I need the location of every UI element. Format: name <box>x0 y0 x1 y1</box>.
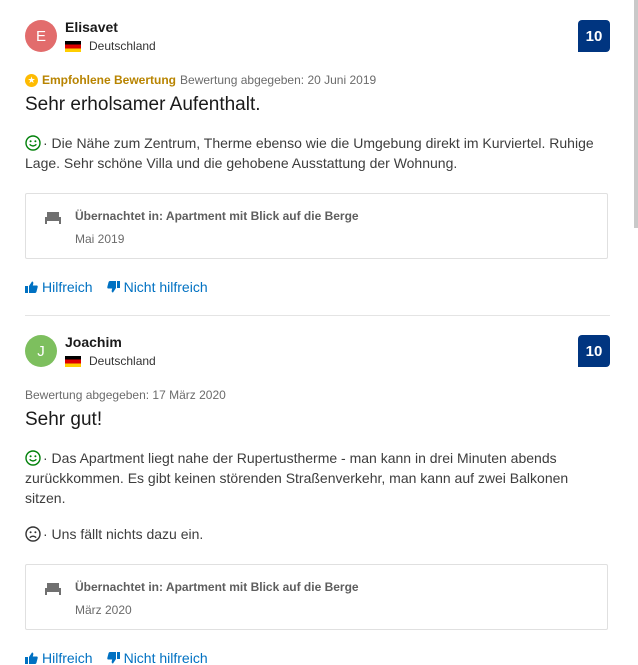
negative-comment: · Uns fällt nichts dazu ein. <box>25 524 610 544</box>
scrollbar-thumb[interactable] <box>634 0 638 228</box>
helpful-controls: Hilfreich Nicht hilfreich <box>25 277 610 297</box>
review-header: E Elisavet Deutschland 10 <box>25 17 610 57</box>
reviewer-country: Deutschland <box>65 39 156 53</box>
thumbs-up-icon <box>25 652 38 664</box>
review-date: Bewertung abgegeben: 17 März 2020 <box>25 388 226 402</box>
sad-face-icon <box>25 526 41 542</box>
reviewer-country: Deutschland <box>65 354 156 368</box>
bed-icon <box>45 212 61 224</box>
review-card: E Elisavet Deutschland 10 ★ Empfohlene B… <box>25 17 610 297</box>
review-card: J Joachim Deutschland 10 Bewertung abgeg… <box>25 332 610 665</box>
not-helpful-label: Nicht hilfreich <box>123 279 208 295</box>
smiling-face-icon <box>25 135 41 151</box>
stay-info-box: Übernachtet in: Apartment mit Blick auf … <box>25 564 608 630</box>
positive-comment-text: · Das Apartment liegt nahe der Rupertust… <box>25 450 569 506</box>
review-date: Bewertung abgegeben: 20 Juni 2019 <box>180 73 377 87</box>
avatar: J <box>25 335 57 367</box>
country-label: Deutschland <box>89 354 156 368</box>
review-header: J Joachim Deutschland 10 <box>25 332 610 372</box>
helpful-button[interactable]: Hilfreich <box>25 650 93 665</box>
helpful-button[interactable]: Hilfreich <box>25 279 93 295</box>
review-title: Sehr erholsamer Aufenthalt. <box>25 94 261 115</box>
review-score-badge: 10 <box>578 20 610 52</box>
bed-icon <box>45 583 61 595</box>
stay-room: Übernachtet in: Apartment mit Blick auf … <box>75 209 359 223</box>
thumbs-up-icon <box>25 281 38 293</box>
positive-comment: · Die Nähe zum Zentrum, Therme ebenso wi… <box>25 133 610 173</box>
helpful-label: Hilfreich <box>42 279 93 295</box>
helpful-label: Hilfreich <box>42 650 93 665</box>
positive-comment-text: · Die Nähe zum Zentrum, Therme ebenso wi… <box>25 135 594 171</box>
smiling-face-icon <box>25 450 41 466</box>
reviewer-name: Joachim <box>65 334 122 350</box>
review-score-badge: 10 <box>578 335 610 367</box>
helpful-controls: Hilfreich Nicht hilfreich <box>25 648 610 665</box>
stay-room: Übernachtet in: Apartment mit Blick auf … <box>75 580 359 594</box>
thumbs-down-icon <box>106 281 120 293</box>
review-title: Sehr gut! <box>25 409 103 430</box>
stay-date: Mai 2019 <box>75 232 125 246</box>
positive-comment: · Das Apartment liegt nahe der Rupertust… <box>25 448 610 508</box>
review-meta: Bewertung abgegeben: 17 März 2020 <box>25 387 610 403</box>
stay-info-box: Übernachtet in: Apartment mit Blick auf … <box>25 193 608 259</box>
star-badge-icon: ★ <box>25 73 38 87</box>
country-label: Deutschland <box>89 39 156 53</box>
avatar: E <box>25 20 57 52</box>
thumbs-down-icon <box>106 652 120 664</box>
review-meta: ★ Empfohlene Bewertung Bewertung abgegeb… <box>25 72 610 88</box>
review-divider <box>25 315 610 316</box>
not-helpful-button[interactable]: Nicht hilfreich <box>106 279 208 295</box>
recommended-review-label: Empfohlene Bewertung <box>42 73 177 87</box>
reviewer-name: Elisavet <box>65 19 118 35</box>
germany-flag-icon <box>65 40 81 52</box>
negative-comment-text: · Uns fällt nichts dazu ein. <box>43 526 204 542</box>
not-helpful-label: Nicht hilfreich <box>123 650 208 665</box>
germany-flag-icon <box>65 355 81 367</box>
not-helpful-button[interactable]: Nicht hilfreich <box>106 650 208 665</box>
stay-date: März 2020 <box>75 603 132 617</box>
